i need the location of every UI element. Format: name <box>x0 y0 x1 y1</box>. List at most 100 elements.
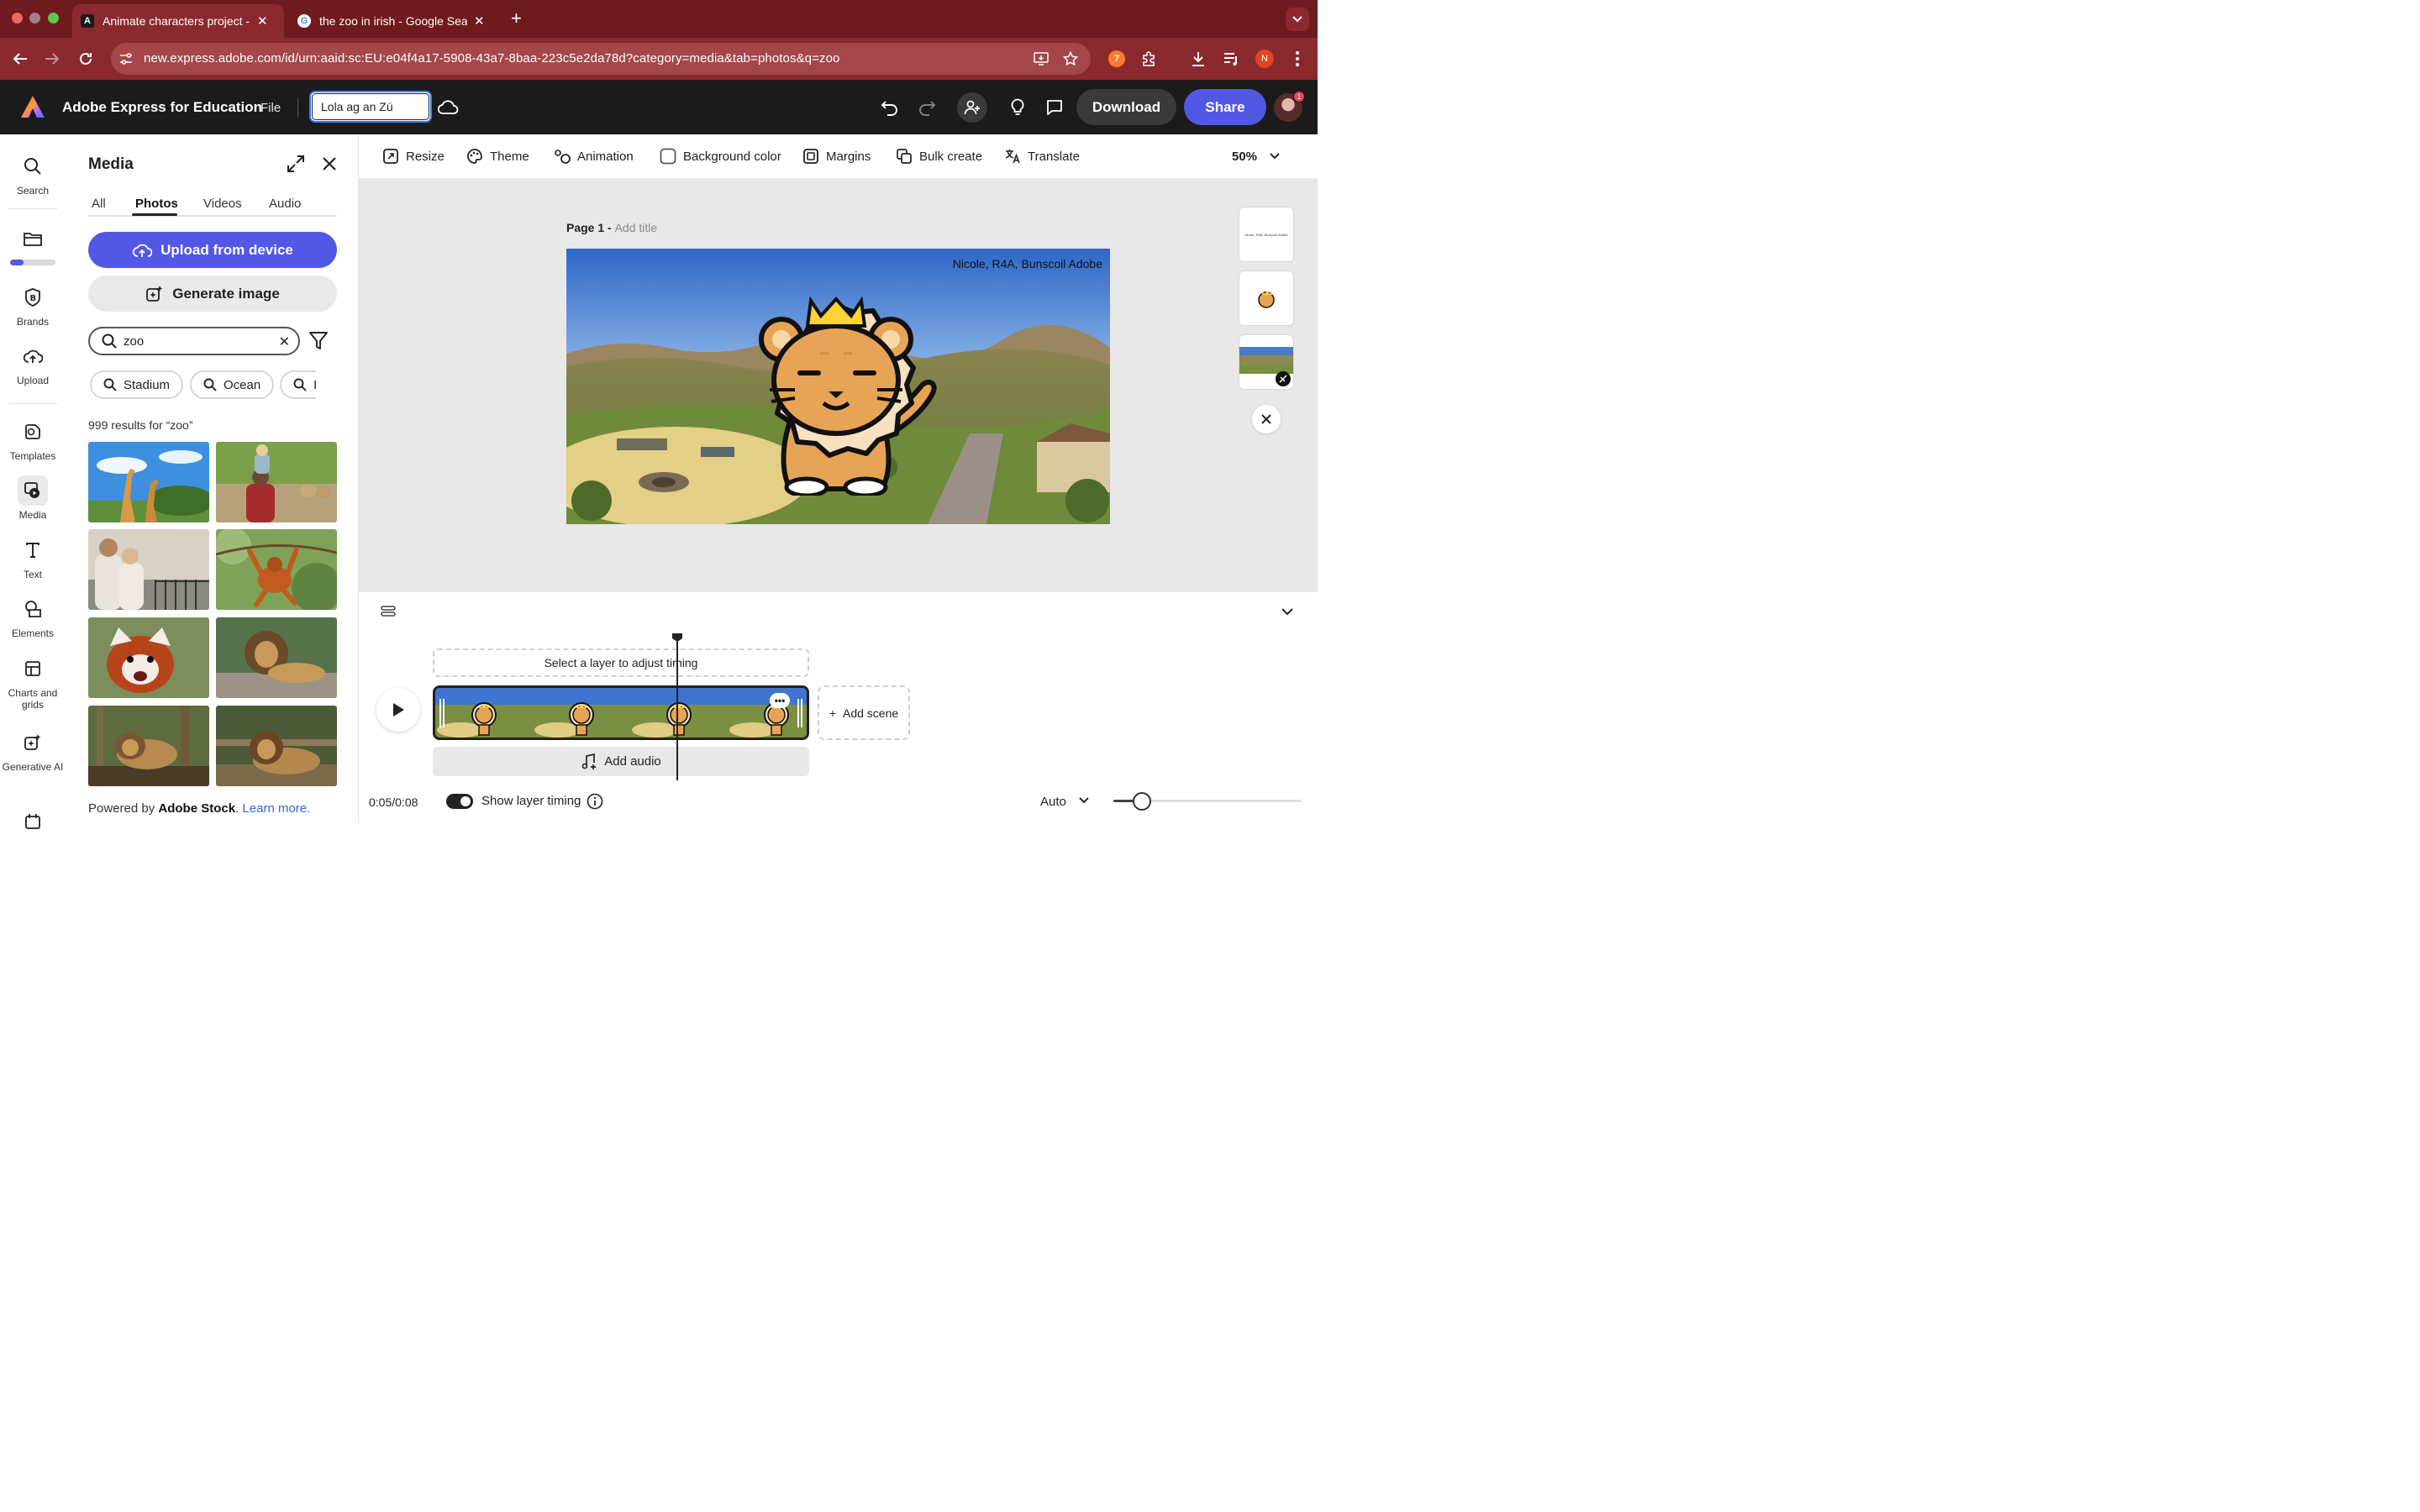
show-layer-timing-toggle[interactable] <box>446 794 473 809</box>
theme-button[interactable]: Theme <box>466 148 529 165</box>
rail-item-search[interactable]: Search <box>0 151 66 197</box>
page-thumbnail-2[interactable] <box>1239 270 1294 326</box>
chip-stadium[interactable]: Stadium <box>90 370 184 399</box>
rail-item-templates[interactable]: Templates <box>0 417 66 462</box>
back-button[interactable] <box>8 47 32 71</box>
photo-thumbnail[interactable] <box>88 529 209 610</box>
trim-handle-left-icon[interactable] <box>439 699 445 727</box>
slider-thumb[interactable] <box>1132 792 1151 811</box>
playhead-handle-icon[interactable] <box>671 633 683 643</box>
translate-button[interactable]: Translate <box>1004 148 1080 165</box>
redo-icon[interactable] <box>913 94 940 121</box>
rail-item-elements[interactable]: Elements <box>0 594 66 639</box>
photo-thumbnail[interactable] <box>216 617 337 698</box>
info-icon[interactable] <box>587 793 603 810</box>
background-color-button[interactable]: Background color <box>660 148 781 165</box>
rail-item-brands[interactable]: B Brands <box>0 282 66 328</box>
photo-thumbnail[interactable] <box>88 617 209 698</box>
window-minimize-button[interactable] <box>29 13 40 24</box>
arrow-left-icon <box>13 53 27 65</box>
extension-badge-icon[interactable]: 7 <box>1107 49 1127 69</box>
bulk-create-button[interactable]: Bulk create <box>896 148 982 165</box>
document-title-input[interactable]: Lola ag an Zú <box>309 91 432 123</box>
photo-thumbnail[interactable] <box>88 442 209 522</box>
tab-search-button[interactable] <box>1286 8 1309 31</box>
animation-button[interactable]: Animation <box>554 148 634 165</box>
rail-item-upload[interactable]: Upload <box>0 341 66 386</box>
artboard-credit-text[interactable]: Nicole, R4A, Bunscoil Adobe <box>953 257 1102 270</box>
close-icon[interactable] <box>320 155 339 173</box>
file-menu[interactable]: File <box>260 101 281 115</box>
site-settings-icon[interactable] <box>118 50 134 67</box>
comments-icon[interactable] <box>1041 94 1068 121</box>
resize-button[interactable]: Resize <box>382 148 445 165</box>
tab-close-icon[interactable]: ✕ <box>474 13 485 29</box>
extensions-puzzle-icon[interactable] <box>1139 49 1160 69</box>
lion-character[interactable] <box>739 296 941 496</box>
timeline-scale-select[interactable]: Auto <box>1040 795 1066 809</box>
page-number: Page 1 - <box>566 221 615 234</box>
close-icon <box>1261 414 1271 424</box>
browser-profile-avatar[interactable]: N <box>1255 50 1274 68</box>
address-bar[interactable]: new.express.adobe.com/id/urn:aaid:sc:EU:… <box>111 43 1091 75</box>
rail-item-more[interactable] <box>0 806 66 840</box>
browser-tab-active[interactable]: A Animate characters project - Adobe Exp… <box>72 4 284 38</box>
couple-at-zoo-photo <box>88 529 209 610</box>
toggle-label: Show layer timing <box>481 794 581 808</box>
more-options-icon[interactable]: ••• <box>770 693 790 708</box>
photo-thumbnail[interactable] <box>216 529 337 610</box>
adobe-express-logo-icon[interactable] <box>20 95 45 118</box>
invite-collaborator-button[interactable] <box>957 92 987 123</box>
download-button[interactable]: Download <box>1076 89 1176 125</box>
browser-menu-icon[interactable] <box>1287 49 1307 69</box>
landscape-thumbnail <box>1239 347 1293 386</box>
add-scene-button[interactable]: + Add scene <box>818 685 910 740</box>
page-thumbnail-3[interactable] <box>1239 334 1294 390</box>
photo-thumbnail[interactable] <box>216 706 337 786</box>
artboard[interactable]: Nicole, R4A, Bunscoil Adobe <box>566 249 1110 524</box>
tab-close-icon[interactable]: ✕ <box>257 13 268 29</box>
zoom-level[interactable]: 50% <box>1232 150 1257 164</box>
share-button[interactable]: Share <box>1184 89 1266 125</box>
forward-button[interactable] <box>40 47 64 71</box>
toolbar-label: Animation <box>577 149 634 164</box>
install-app-icon[interactable] <box>1033 50 1050 67</box>
add-title-link[interactable]: Add title <box>615 221 658 234</box>
close-thumbnails-button[interactable] <box>1252 405 1281 433</box>
browser-tab-google[interactable]: G the zoo in irish - Google Search ✕ <box>289 4 501 38</box>
timeline-options-icon[interactable] <box>381 606 396 617</box>
new-tab-button[interactable]: + <box>511 8 522 29</box>
learn-more-link[interactable]: Learn more. <box>242 801 310 816</box>
cloud-save-icon[interactable] <box>434 94 461 121</box>
rail-item-charts[interactable]: Charts and grids <box>0 654 66 711</box>
background-color-icon <box>660 148 676 165</box>
playhead[interactable] <box>676 639 679 780</box>
suggestion-chips: Stadium Ocean I <box>88 134 316 420</box>
add-audio-button[interactable]: Add audio <box>433 747 809 776</box>
play-button[interactable] <box>376 688 420 732</box>
photo-thumbnail[interactable] <box>88 706 209 786</box>
chevron-down-icon[interactable] <box>1280 606 1295 617</box>
undo-icon[interactable] <box>876 94 903 121</box>
media-control-icon[interactable] <box>1221 49 1241 69</box>
margins-button[interactable]: Margins <box>802 148 871 165</box>
reload-button[interactable] <box>74 47 97 71</box>
window-zoom-button[interactable] <box>48 13 59 24</box>
rail-item-files[interactable] <box>0 223 66 257</box>
scene-clip[interactable]: ••• <box>433 685 809 740</box>
downloads-icon[interactable] <box>1188 49 1208 69</box>
rail-item-text[interactable]: Text <box>0 535 66 580</box>
page-thumbnail-1[interactable]: Nicole, R4A, Bunscoil Adobe <box>1239 207 1294 262</box>
lightbulb-icon[interactable] <box>1004 94 1031 121</box>
rail-item-generative-ai[interactable]: Generative AI <box>0 727 66 773</box>
chip-more[interactable]: I <box>280 370 316 399</box>
chip-ocean[interactable]: Ocean <box>190 370 275 399</box>
chevron-down-icon[interactable] <box>1078 795 1090 806</box>
window-close-button[interactable] <box>12 13 23 24</box>
chevron-down-icon[interactable] <box>1270 153 1280 160</box>
trim-handle-right-icon[interactable] <box>797 699 803 727</box>
bookmark-star-icon[interactable] <box>1062 50 1079 67</box>
rail-item-media[interactable]: Media <box>0 475 66 521</box>
url-text[interactable]: new.express.adobe.com/id/urn:aaid:sc:EU:… <box>144 51 839 66</box>
photo-thumbnail[interactable] <box>216 442 337 522</box>
